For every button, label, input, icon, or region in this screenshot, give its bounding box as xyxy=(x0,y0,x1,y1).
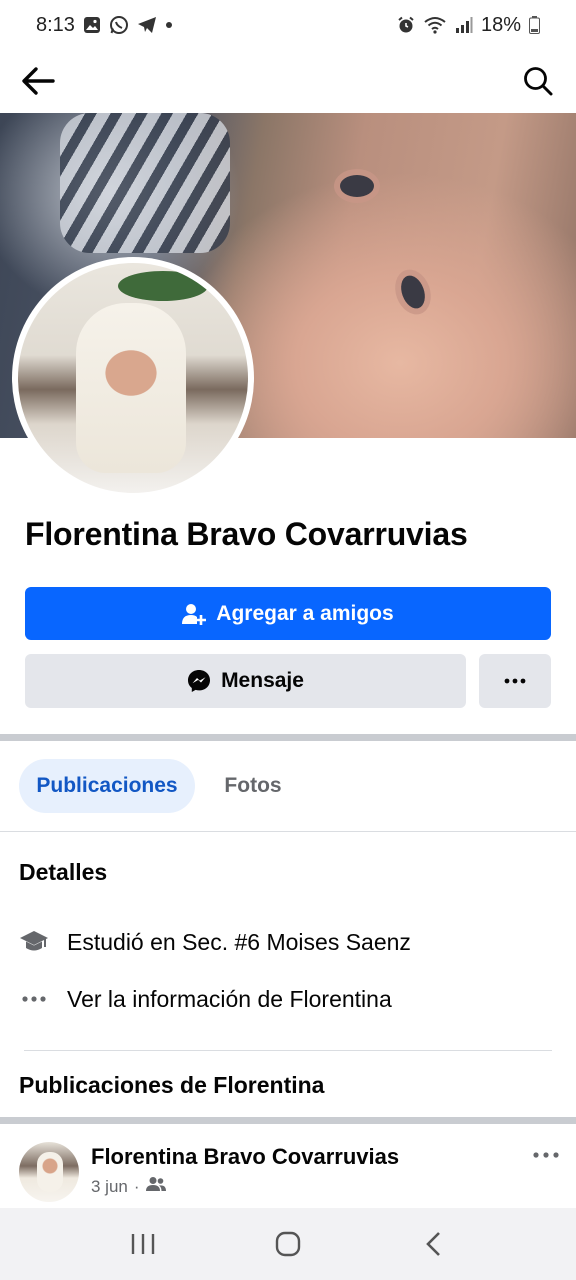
post-more-button[interactable] xyxy=(528,1140,564,1170)
profile-name: Florentina Bravo Covarruvias xyxy=(25,516,468,552)
post-meta: 3 jun · xyxy=(91,1176,166,1197)
tabs-divider xyxy=(0,831,576,832)
message-label: Mensaje xyxy=(221,669,304,692)
more-dots-icon xyxy=(504,678,526,684)
messenger-icon xyxy=(188,670,211,692)
profile-picture-plant xyxy=(118,271,208,301)
whatsapp-icon xyxy=(109,15,129,35)
detail-more-info-text: Ver la información de Florentina xyxy=(67,985,392,1012)
home-icon xyxy=(275,1231,301,1257)
message-button[interactable]: Mensaje xyxy=(25,654,466,708)
posts-divider xyxy=(0,1117,576,1124)
system-navigation-bar xyxy=(0,1208,576,1280)
chevron-left-icon xyxy=(426,1232,441,1256)
gallery-icon xyxy=(83,16,101,34)
cover-photo-eye-right xyxy=(396,272,430,312)
dot-icon xyxy=(165,21,173,29)
search-button[interactable] xyxy=(518,61,558,101)
post-meta-separator: · xyxy=(133,1176,140,1196)
add-friend-icon xyxy=(182,603,207,625)
profile-picture-ring[interactable] xyxy=(12,257,254,499)
battery-percentage: 18% xyxy=(480,13,521,36)
recent-apps-button[interactable] xyxy=(113,1219,173,1269)
back-arrow-icon xyxy=(22,67,55,95)
signal-icon xyxy=(455,16,473,34)
tab-publicaciones[interactable]: Publicaciones xyxy=(19,759,195,813)
post-author-avatar-image xyxy=(37,1152,63,1192)
profile-picture-baby xyxy=(76,303,186,473)
status-left: 8:13 xyxy=(36,14,173,37)
post-author-name[interactable]: Florentina Bravo Covarruvias xyxy=(91,1144,399,1170)
details-divider xyxy=(24,1050,552,1051)
more-dots-icon xyxy=(19,996,49,1002)
status-bar: 8:13 18% xyxy=(0,0,576,50)
status-time: 8:13 xyxy=(36,13,75,36)
post-author-avatar[interactable] xyxy=(19,1142,79,1202)
tab-fotos[interactable]: Fotos xyxy=(205,759,301,813)
detail-more-info[interactable]: Ver la información de Florentina xyxy=(19,979,392,1019)
wifi-icon xyxy=(423,16,447,34)
recent-apps-icon xyxy=(131,1234,154,1254)
posts-section-title: Publicaciones de Florentina xyxy=(19,1072,325,1098)
battery-icon xyxy=(529,16,540,34)
detail-education: Estudió en Sec. #6 Moises Saenz xyxy=(19,922,411,962)
add-friend-label: Agregar a amigos xyxy=(216,601,394,625)
friends-icon xyxy=(145,1176,166,1197)
status-right: 18% xyxy=(397,14,540,37)
more-dots-icon xyxy=(533,1152,559,1158)
back-button[interactable] xyxy=(18,61,58,101)
post-date[interactable]: 3 jun xyxy=(91,1177,128,1197)
telegram-icon xyxy=(137,16,157,34)
add-friend-button[interactable]: Agregar a amigos xyxy=(25,587,551,640)
home-button[interactable] xyxy=(258,1219,318,1269)
details-title: Detalles xyxy=(19,859,108,885)
detail-education-text: Estudió en Sec. #6 Moises Saenz xyxy=(67,928,411,955)
alarm-icon xyxy=(397,16,415,34)
search-icon xyxy=(524,67,553,96)
cover-photo-eye-left xyxy=(340,175,374,197)
graduation-cap-icon xyxy=(19,929,49,955)
system-back-button[interactable] xyxy=(403,1219,463,1269)
cover-photo-blanket xyxy=(60,113,230,253)
more-options-button[interactable] xyxy=(479,654,551,708)
section-divider xyxy=(0,734,576,741)
top-navigation xyxy=(0,50,576,112)
profile-picture xyxy=(18,263,248,493)
